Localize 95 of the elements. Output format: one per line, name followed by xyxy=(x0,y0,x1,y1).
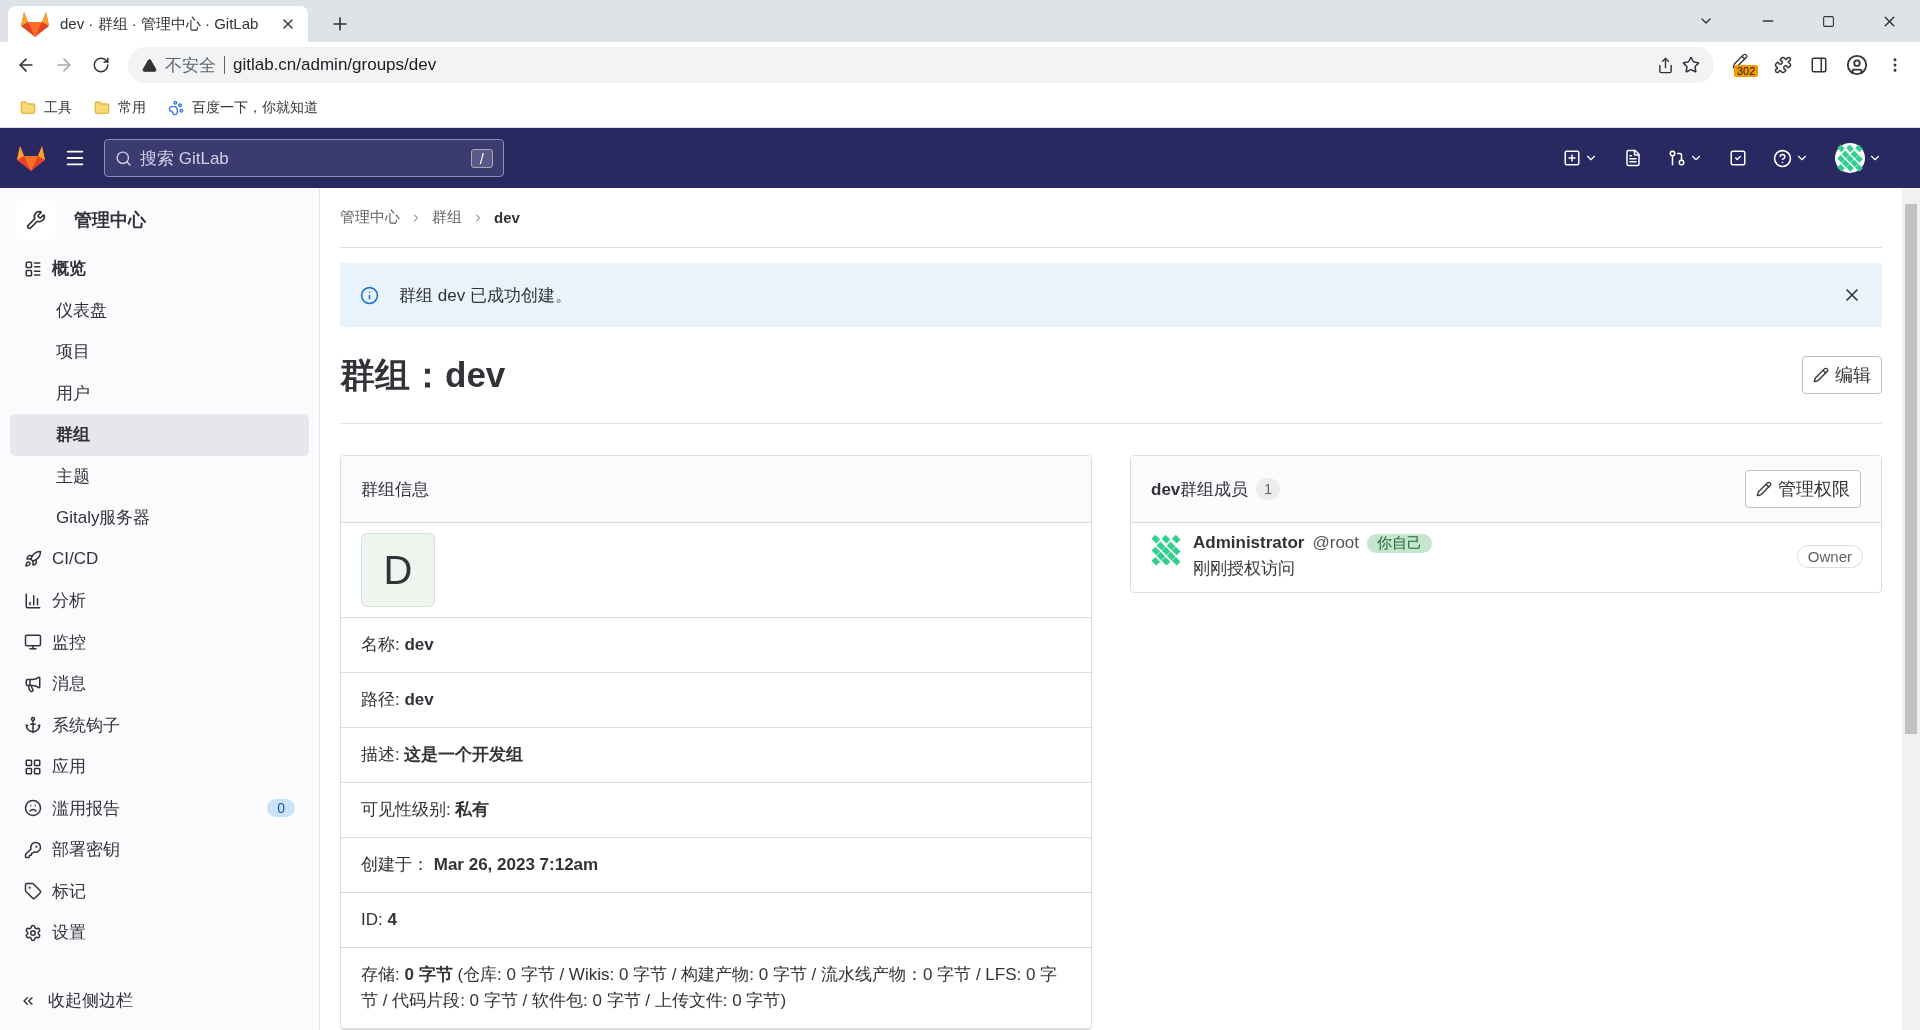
list-icon xyxy=(24,259,42,278)
group-avatar: D xyxy=(361,533,435,607)
sidebar-item[interactable]: 仪表盘 xyxy=(10,289,309,331)
warning-icon xyxy=(142,57,157,73)
collapse-sidebar-button[interactable]: 收起侧边栏 xyxy=(10,979,309,1022)
help-button[interactable] xyxy=(1773,148,1809,168)
puzzle-icon[interactable] xyxy=(1774,56,1792,74)
settings-icon xyxy=(24,923,42,942)
access-text: 刚刚授权访问 xyxy=(1193,558,1296,580)
sidebar-item[interactable]: 群组 xyxy=(10,414,309,456)
sidebar-title: 管理中心 xyxy=(74,209,146,232)
help-icon xyxy=(1773,148,1792,168)
sidebar-item[interactable]: 滥用报告 0 xyxy=(10,787,309,829)
sidebar-item[interactable]: 部署密钥 xyxy=(10,829,309,871)
bookmark[interactable]: 常用 xyxy=(94,98,146,117)
sidebar-item[interactable]: 项目 xyxy=(10,331,309,373)
bookmark[interactable]: 百度一下，你就知道 xyxy=(168,98,318,117)
info-row: 创建于： Mar 26, 2023 7:12am xyxy=(341,838,1091,893)
gitlab-logo[interactable] xyxy=(20,10,50,38)
info-row: 描述: 这是一个开发组 xyxy=(341,728,1091,783)
sidebar-item[interactable]: 概览 xyxy=(10,248,309,290)
sidebar-item[interactable]: 分析 xyxy=(10,580,309,622)
identicon-avatar xyxy=(1835,143,1865,173)
card-title: 群组信息 xyxy=(361,478,430,501)
edit-button[interactable]: 编辑 xyxy=(1802,356,1882,394)
profile-icon[interactable] xyxy=(1846,54,1868,76)
sidebar-item[interactable]: 标记 xyxy=(10,870,309,912)
plus-square-icon xyxy=(1563,149,1581,167)
member-username: @root xyxy=(1312,533,1360,553)
info-row: ID: 4 xyxy=(341,893,1091,948)
folder-icon xyxy=(20,99,36,116)
count-badge: 1 xyxy=(1256,478,1281,500)
key-icon xyxy=(24,840,42,859)
search-icon xyxy=(115,149,132,167)
identicon-avatar xyxy=(1149,533,1183,567)
extension-badge: 302 xyxy=(1734,65,1759,77)
page-title: 群组：dev xyxy=(340,353,507,396)
pencil-icon xyxy=(1756,481,1772,497)
grid-icon xyxy=(24,757,42,776)
pencil-icon xyxy=(1813,367,1829,383)
sidebar-item[interactable]: 设置 xyxy=(10,912,309,954)
star-icon[interactable] xyxy=(1682,56,1700,74)
sidebar-item[interactable]: 用户 xyxy=(10,372,309,414)
breadcrumb-link[interactable]: 管理中心 xyxy=(340,208,400,227)
gitlab-logo[interactable] xyxy=(16,144,46,172)
browser-tab[interactable]: dev · 群组 · 管理中心 · GitLab xyxy=(8,6,308,42)
info-row: 名称: dev xyxy=(341,618,1091,673)
paw-icon xyxy=(168,99,184,116)
sidebar-item[interactable]: Gitaly服务器 xyxy=(10,497,309,539)
sidebar-item[interactable]: 消息 xyxy=(10,663,309,705)
info-row: 可见性级别: 私有 xyxy=(341,783,1091,838)
megaphone-icon xyxy=(24,674,42,693)
manage-permissions-button[interactable]: 管理权限 xyxy=(1745,470,1861,508)
restore-icon[interactable] xyxy=(1822,14,1835,28)
bookmark[interactable]: 工具 xyxy=(20,98,72,117)
breadcrumb-link[interactable]: 群组 xyxy=(432,208,462,227)
merge-requests-button[interactable] xyxy=(1668,149,1703,167)
side-panel-icon[interactable] xyxy=(1810,56,1828,74)
share-icon[interactable] xyxy=(1657,56,1674,74)
sidebar-item[interactable]: CI/CD xyxy=(10,538,309,580)
sidebar-item[interactable]: 系统钩子 xyxy=(10,704,309,746)
alert-message: 群组 dev 已成功创建。 xyxy=(399,284,573,307)
reload-icon[interactable] xyxy=(92,56,110,74)
count-badge: 0 xyxy=(267,799,295,818)
security-label: 不安全 xyxy=(165,54,216,77)
rocket-icon xyxy=(24,550,42,569)
search-field[interactable]: 搜索 GitLab / xyxy=(104,139,504,177)
address-bar[interactable]: 不安全 gitlab.cn/admin/groups/dev xyxy=(128,47,1714,83)
self-badge: 你自己 xyxy=(1367,533,1433,553)
tag-icon xyxy=(24,882,42,901)
member-name[interactable]: Administrator xyxy=(1193,533,1305,553)
url-text: gitlab.cn/admin/groups/dev xyxy=(233,55,438,75)
breadcrumb-link[interactable]: dev xyxy=(494,209,520,226)
merge-request-icon xyxy=(1668,149,1686,167)
shortcut-key: / xyxy=(470,148,493,168)
info-row: 存储: 0 字节 (仓库: 0 字节 / Wikis: 0 字节 / 构建产物: 0 字节 / 流水线产物：0 字节 / LFS: 0 字节 / 代码片段: 0 字节 / 软件包: 0 字节 / 上传文件: 0 字节) xyxy=(341,948,1091,1029)
tab-title: dev · 群组 · 管理中心 · GitLab xyxy=(60,14,260,34)
sidebar-item[interactable]: 主题 xyxy=(10,455,309,497)
sidebar-item[interactable]: 监控 xyxy=(10,621,309,663)
info-icon xyxy=(360,285,379,305)
anchor-icon xyxy=(24,716,42,735)
sad-face-icon xyxy=(24,799,42,818)
todo-icon[interactable] xyxy=(1729,149,1747,167)
card-title: dev群组成员 xyxy=(1151,478,1249,501)
user-menu-button[interactable] xyxy=(1835,143,1882,173)
wrench-icon xyxy=(16,200,56,240)
bar-chart-icon xyxy=(24,591,42,610)
folder-icon xyxy=(94,99,110,116)
scrollbar[interactable] xyxy=(1902,188,1920,1030)
sidebar-item[interactable]: 应用 xyxy=(10,746,309,788)
issues-icon[interactable] xyxy=(1624,149,1642,167)
monitor-icon xyxy=(24,633,42,652)
new-menu-button[interactable] xyxy=(1563,149,1598,167)
info-row: 路径: dev xyxy=(341,673,1091,728)
search-placeholder: 搜索 GitLab xyxy=(140,147,230,170)
